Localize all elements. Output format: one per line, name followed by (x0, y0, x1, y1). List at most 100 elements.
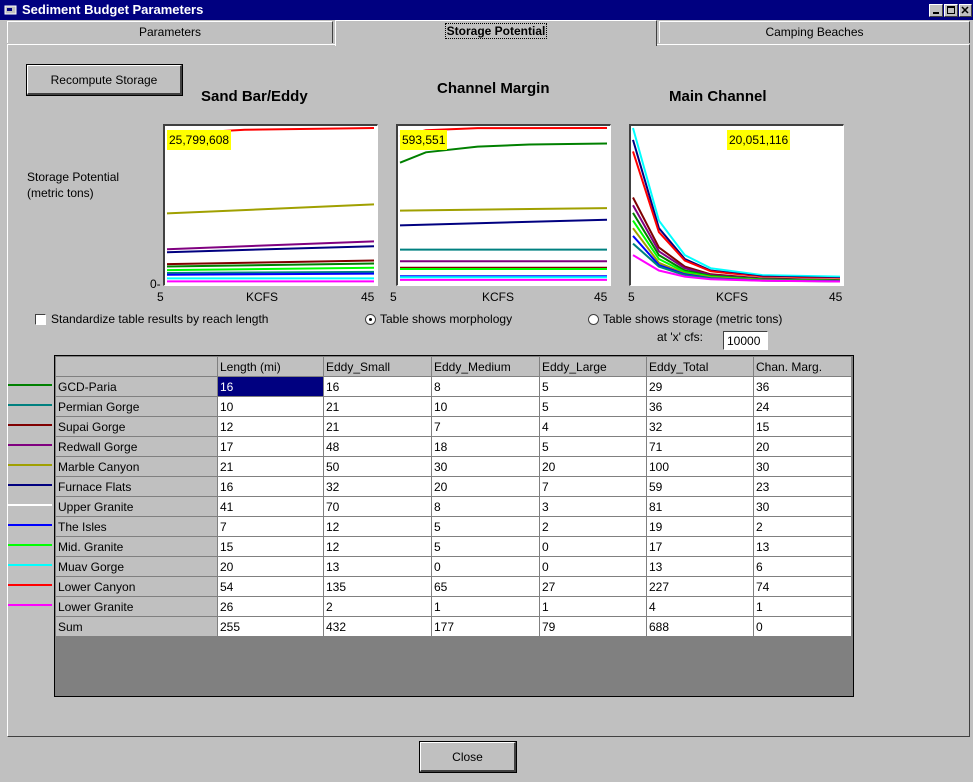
table-cell[interactable]: 15 (753, 416, 852, 437)
table-cell[interactable]: 70 (323, 496, 432, 517)
table-cell[interactable]: 10 (431, 396, 540, 417)
table-cell[interactable]: 1 (539, 596, 647, 617)
table-cell[interactable]: 6 (753, 556, 852, 577)
column-header[interactable]: Length (mi) (217, 356, 324, 377)
table-cell[interactable]: 32 (646, 416, 754, 437)
table-cell[interactable]: 1 (431, 596, 540, 617)
table-cell[interactable]: 432 (323, 616, 432, 637)
tab-storage-potential[interactable]: Storage Potential (335, 20, 657, 46)
tab-parameters[interactable]: Parameters (7, 21, 333, 43)
table-cell[interactable]: 59 (646, 476, 754, 497)
column-header[interactable]: Chan. Marg. (753, 356, 852, 377)
table-cell[interactable]: 10 (217, 396, 324, 417)
table-cell[interactable]: 81 (646, 496, 754, 517)
table-cell[interactable]: 20 (431, 476, 540, 497)
table-cell[interactable]: 13 (753, 536, 852, 557)
x-cfs-input[interactable]: 10000 (723, 331, 768, 350)
table-cell[interactable]: 0 (539, 556, 647, 577)
table-cell[interactable]: 8 (431, 376, 540, 397)
table-cell[interactable]: 30 (753, 496, 852, 517)
table-cell[interactable]: 30 (431, 456, 540, 477)
table-cell[interactable]: 18 (431, 436, 540, 457)
row-header[interactable]: Furnace Flats (55, 476, 218, 497)
table-cell[interactable]: 26 (217, 596, 324, 617)
standardize-checkbox[interactable] (35, 314, 46, 325)
table-cell[interactable]: 15 (217, 536, 324, 557)
table-cell[interactable]: 17 (217, 436, 324, 457)
table-cell[interactable]: 5 (431, 516, 540, 537)
table-cell[interactable]: 29 (646, 376, 754, 397)
table-cell[interactable]: 19 (646, 516, 754, 537)
table-cell[interactable]: 48 (323, 436, 432, 457)
row-header[interactable]: The Isles (55, 516, 218, 537)
table-cell[interactable]: 2 (753, 516, 852, 537)
table-cell[interactable]: 7 (431, 416, 540, 437)
table-cell[interactable]: 13 (646, 556, 754, 577)
table-cell[interactable]: 5 (431, 536, 540, 557)
close-window-button[interactable] (959, 4, 972, 17)
table-cell[interactable]: 227 (646, 576, 754, 597)
row-header[interactable]: Lower Canyon (55, 576, 218, 597)
table-cell[interactable]: 12 (217, 416, 324, 437)
table-cell[interactable]: 20 (217, 556, 324, 577)
morphology-radio[interactable] (365, 314, 376, 325)
corner-cell[interactable] (55, 356, 218, 377)
results-grid[interactable]: Length (mi) Eddy_Small Eddy_Medium Eddy_Lar… (54, 355, 854, 697)
column-header[interactable]: Eddy_Total (646, 356, 754, 377)
table-cell[interactable]: 2 (323, 596, 432, 617)
column-header[interactable]: Eddy_Large (539, 356, 647, 377)
row-header[interactable]: Muav Gorge (55, 556, 218, 577)
tab-camping-beaches[interactable]: Camping Beaches (659, 21, 970, 43)
table-cell[interactable]: 16 (217, 376, 324, 397)
table-cell[interactable]: 30 (753, 456, 852, 477)
table-cell[interactable]: 21 (217, 456, 324, 477)
table-cell[interactable]: 3 (539, 496, 647, 517)
row-header[interactable]: GCD-Paria (55, 376, 218, 397)
table-cell[interactable]: 54 (217, 576, 324, 597)
recompute-storage-button[interactable]: Recompute Storage (26, 64, 183, 96)
table-cell[interactable]: 13 (323, 556, 432, 577)
table-cell[interactable]: 8 (431, 496, 540, 517)
table-cell[interactable]: 74 (753, 576, 852, 597)
table-cell[interactable]: 21 (323, 396, 432, 417)
table-cell[interactable]: 4 (646, 596, 754, 617)
table-cell[interactable]: 12 (323, 516, 432, 537)
table-cell[interactable]: 177 (431, 616, 540, 637)
minimize-button[interactable] (929, 4, 943, 17)
row-header[interactable]: Mid. Granite (55, 536, 218, 557)
table-cell[interactable]: 23 (753, 476, 852, 497)
table-cell[interactable]: 100 (646, 456, 754, 477)
maximize-button[interactable] (944, 4, 958, 17)
row-header[interactable]: Permian Gorge (55, 396, 218, 417)
row-header[interactable]: Marble Canyon (55, 456, 218, 477)
table-cell[interactable]: 17 (646, 536, 754, 557)
table-cell[interactable]: 1 (753, 596, 852, 617)
table-cell[interactable]: 2 (539, 516, 647, 537)
table-cell[interactable]: 65 (431, 576, 540, 597)
storage-radio[interactable] (588, 314, 599, 325)
table-cell[interactable]: 688 (646, 616, 754, 637)
table-cell[interactable]: 27 (539, 576, 647, 597)
table-cell[interactable]: 79 (539, 616, 647, 637)
close-button[interactable]: Close (419, 741, 517, 773)
table-cell[interactable]: 41 (217, 496, 324, 517)
row-header[interactable]: Redwall Gorge (55, 436, 218, 457)
table-cell[interactable]: 16 (217, 476, 324, 497)
table-cell[interactable]: 32 (323, 476, 432, 497)
table-cell[interactable]: 0 (431, 556, 540, 577)
table-cell[interactable]: 0 (539, 536, 647, 557)
row-header[interactable]: Upper Granite (55, 496, 218, 517)
table-cell[interactable]: 5 (539, 396, 647, 417)
table-cell[interactable]: 21 (323, 416, 432, 437)
table-cell[interactable]: 0 (753, 616, 852, 637)
row-header[interactable]: Sum (55, 616, 218, 637)
column-header[interactable]: Eddy_Small (323, 356, 432, 377)
table-cell[interactable]: 50 (323, 456, 432, 477)
table-cell[interactable]: 36 (646, 396, 754, 417)
table-cell[interactable]: 36 (753, 376, 852, 397)
table-cell[interactable]: 20 (539, 456, 647, 477)
table-cell[interactable]: 5 (539, 436, 647, 457)
row-header[interactable]: Supai Gorge (55, 416, 218, 437)
table-cell[interactable]: 7 (539, 476, 647, 497)
table-cell[interactable]: 4 (539, 416, 647, 437)
